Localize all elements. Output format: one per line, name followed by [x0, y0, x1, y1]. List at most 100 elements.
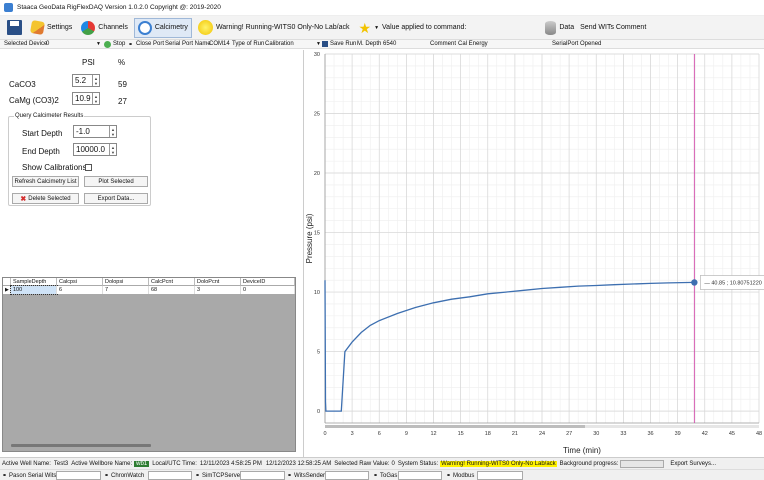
- close-port-button[interactable]: Close Port: [136, 41, 164, 47]
- caco3-psi-spinner[interactable]: 5.2 ▲ ▼: [72, 74, 100, 87]
- end-depth-spinner[interactable]: 10000.0 ▲ ▼: [73, 143, 117, 156]
- table-cell[interactable]: 3: [195, 286, 241, 294]
- show-calibrations-label: Show Calibrations: [22, 163, 87, 172]
- calcimetry-grid[interactable]: SampleDepth Calcpsi Dolopsi CalcPcnt Dol…: [2, 277, 296, 452]
- export-data-button[interactable]: Export Data...: [84, 193, 148, 204]
- togas-item[interactable]: ⚭ ToGas: [373, 471, 397, 480]
- floppy-icon: [7, 20, 22, 35]
- modbus-item[interactable]: ⚭ Modbus: [446, 471, 474, 480]
- delete-label: Delete Selected: [28, 195, 71, 202]
- channels-button[interactable]: Channels: [78, 18, 131, 38]
- spinner-arrows-icon[interactable]: ▲ ▼: [92, 75, 99, 86]
- show-calibrations-checkbox[interactable]: [85, 164, 92, 171]
- comment-value[interactable]: Cal Energy: [458, 41, 488, 47]
- plot-selected-button[interactable]: Plot Selected: [84, 176, 148, 187]
- end-depth-label: End Depth: [22, 147, 60, 156]
- export-surveys-button[interactable]: Export Surveys...: [670, 461, 716, 467]
- start-depth-spinner[interactable]: -1.0 ▲ ▼: [73, 125, 117, 138]
- type-of-run-label: Type of Run: [232, 41, 265, 47]
- database-icon: [545, 20, 557, 35]
- column-header[interactable]: Dolopsi: [103, 278, 149, 286]
- camg-psi-value: 10.9: [75, 94, 91, 103]
- modbus-label: Modbus: [453, 472, 475, 479]
- table-cell[interactable]: 100: [10, 285, 58, 295]
- togas-label: ToGas: [380, 472, 398, 479]
- value-applied-label: Value applied to command:: [382, 24, 467, 31]
- background-progress-label: Background progress:: [559, 460, 619, 467]
- table-cell[interactable]: 68: [149, 286, 195, 294]
- data-label: Data: [559, 24, 575, 31]
- spinner-arrows-icon[interactable]: ▲ ▼: [109, 144, 116, 155]
- y-tick-label: 30: [314, 52, 320, 58]
- witssender-label: WitsSender: [294, 472, 326, 479]
- pressure-series-line: [324, 280, 695, 412]
- x-tick-label: 33: [620, 431, 626, 437]
- save-dropdown-icon[interactable]: ▼: [316, 41, 321, 47]
- horizontal-scroll-thumb: [325, 425, 585, 428]
- calcimetry-button[interactable]: Calcimetry: [133, 17, 192, 38]
- column-header[interactable]: CalcPcnt: [149, 278, 195, 286]
- chronwatch-label: ChronWatch: [111, 472, 145, 479]
- pencil-icon: [29, 19, 46, 36]
- x-tick-label: 6: [378, 431, 381, 437]
- chronwatch-status-box: [148, 471, 192, 480]
- system-status-label: System Status:: [397, 460, 439, 467]
- link-icon: ⚭: [373, 473, 379, 479]
- y-axis-title: Pressure (psi): [305, 213, 314, 263]
- table-cell[interactable]: 6: [57, 286, 103, 294]
- pason-serial-wits-item[interactable]: ⚭ Pason Serial Wits: [2, 471, 56, 480]
- device-dropdown-icon[interactable]: ▼: [96, 41, 101, 47]
- data-point-marker: [691, 279, 698, 286]
- warning-light-icon: [197, 20, 213, 35]
- pason-status-box: [56, 471, 101, 480]
- active-wellbore-label: Active Wellbore Name:: [71, 460, 133, 467]
- m-depth-value[interactable]: 6540: [383, 41, 396, 47]
- window-title: Staaca GeoData RigFlexDAQ Version 1.0.2.…: [17, 4, 221, 11]
- settings-button[interactable]: Settings: [28, 18, 75, 38]
- spinner-arrows-icon[interactable]: ▲ ▼: [109, 126, 116, 137]
- horizontal-scrollbar[interactable]: [11, 444, 151, 447]
- column-header[interactable]: DoloPcnt: [195, 278, 241, 286]
- pressure-plot[interactable]: 0 3 6 9 12 15 18 21 24 27 30 33 36 39 42 45 48 0 5 10 15 20 25…: [305, 50, 764, 457]
- app-icon: [4, 3, 13, 12]
- x-tick-label: 24: [539, 431, 545, 437]
- active-wellbore-value: wb1: [134, 460, 150, 467]
- send-wits-button[interactable]: Send WITs Comment: [580, 18, 649, 38]
- column-header[interactable]: DeviceID: [241, 278, 295, 286]
- active-well-label: Active Well Name:: [2, 460, 51, 467]
- column-header[interactable]: SampleDepth: [11, 278, 57, 286]
- warning-indicator: Warning! Running-WITS0 Only-No Lab/ack: [195, 18, 353, 38]
- camg-psi-spinner[interactable]: 10.9 ▲ ▼: [72, 92, 100, 105]
- simtcpserver-item[interactable]: ⚭ SimTCPServer: [195, 471, 242, 480]
- x-tick-label: 45: [729, 431, 735, 437]
- table-cell[interactable]: 0: [241, 286, 295, 294]
- row-pointer-icon[interactable]: ▶: [3, 286, 11, 294]
- witssender-item[interactable]: ⚭ WitsSender: [287, 471, 325, 480]
- value-applied-indicator[interactable]: ★ ▼ Value applied to command:: [356, 18, 470, 38]
- table-cell[interactable]: 7: [103, 286, 149, 294]
- psi-header: PSI: [82, 58, 95, 67]
- stop-icon: [104, 41, 111, 48]
- delete-selected-button[interactable]: ✖ Delete Selected: [12, 193, 79, 204]
- system-status-value: Warning! Running-WITS0 Only-No Lab/ack: [440, 460, 557, 467]
- stop-button[interactable]: Stop: [113, 41, 125, 47]
- local-time: 12/11/2023 4:58:25 PM: [199, 460, 262, 467]
- comment-label: Comment: [430, 41, 457, 47]
- x-tick-label: 12: [430, 431, 436, 437]
- chart-svg[interactable]: 0 3 6 9 12 15 18 21 24 27 30 33 36 39 42 45 480510152025…: [305, 50, 764, 457]
- selected-raw-value: 0: [391, 460, 395, 467]
- dropdown-arrow-icon: ▼: [374, 24, 380, 31]
- save-run-button[interactable]: Save Run: [330, 41, 356, 47]
- utc-time: 12/12/2023 12:58:25 AM: [265, 460, 332, 467]
- x-tick-label: 9: [405, 431, 408, 437]
- link-icon: ⚭: [104, 473, 110, 479]
- column-header[interactable]: Calcpsi: [57, 278, 103, 286]
- spinner-arrows-icon[interactable]: ▲ ▼: [92, 93, 99, 104]
- selected-device-value[interactable]: 0: [46, 41, 49, 47]
- chronwatch-item[interactable]: ⚭ ChronWatch: [104, 471, 144, 480]
- x-tick-label: 21: [512, 431, 518, 437]
- refresh-calcimetry-button[interactable]: Refresh Calcimetry List: [12, 176, 79, 187]
- save-button[interactable]: [4, 18, 25, 38]
- caco3-label: CaCO3: [9, 80, 36, 89]
- data-button[interactable]: Data: [542, 18, 577, 38]
